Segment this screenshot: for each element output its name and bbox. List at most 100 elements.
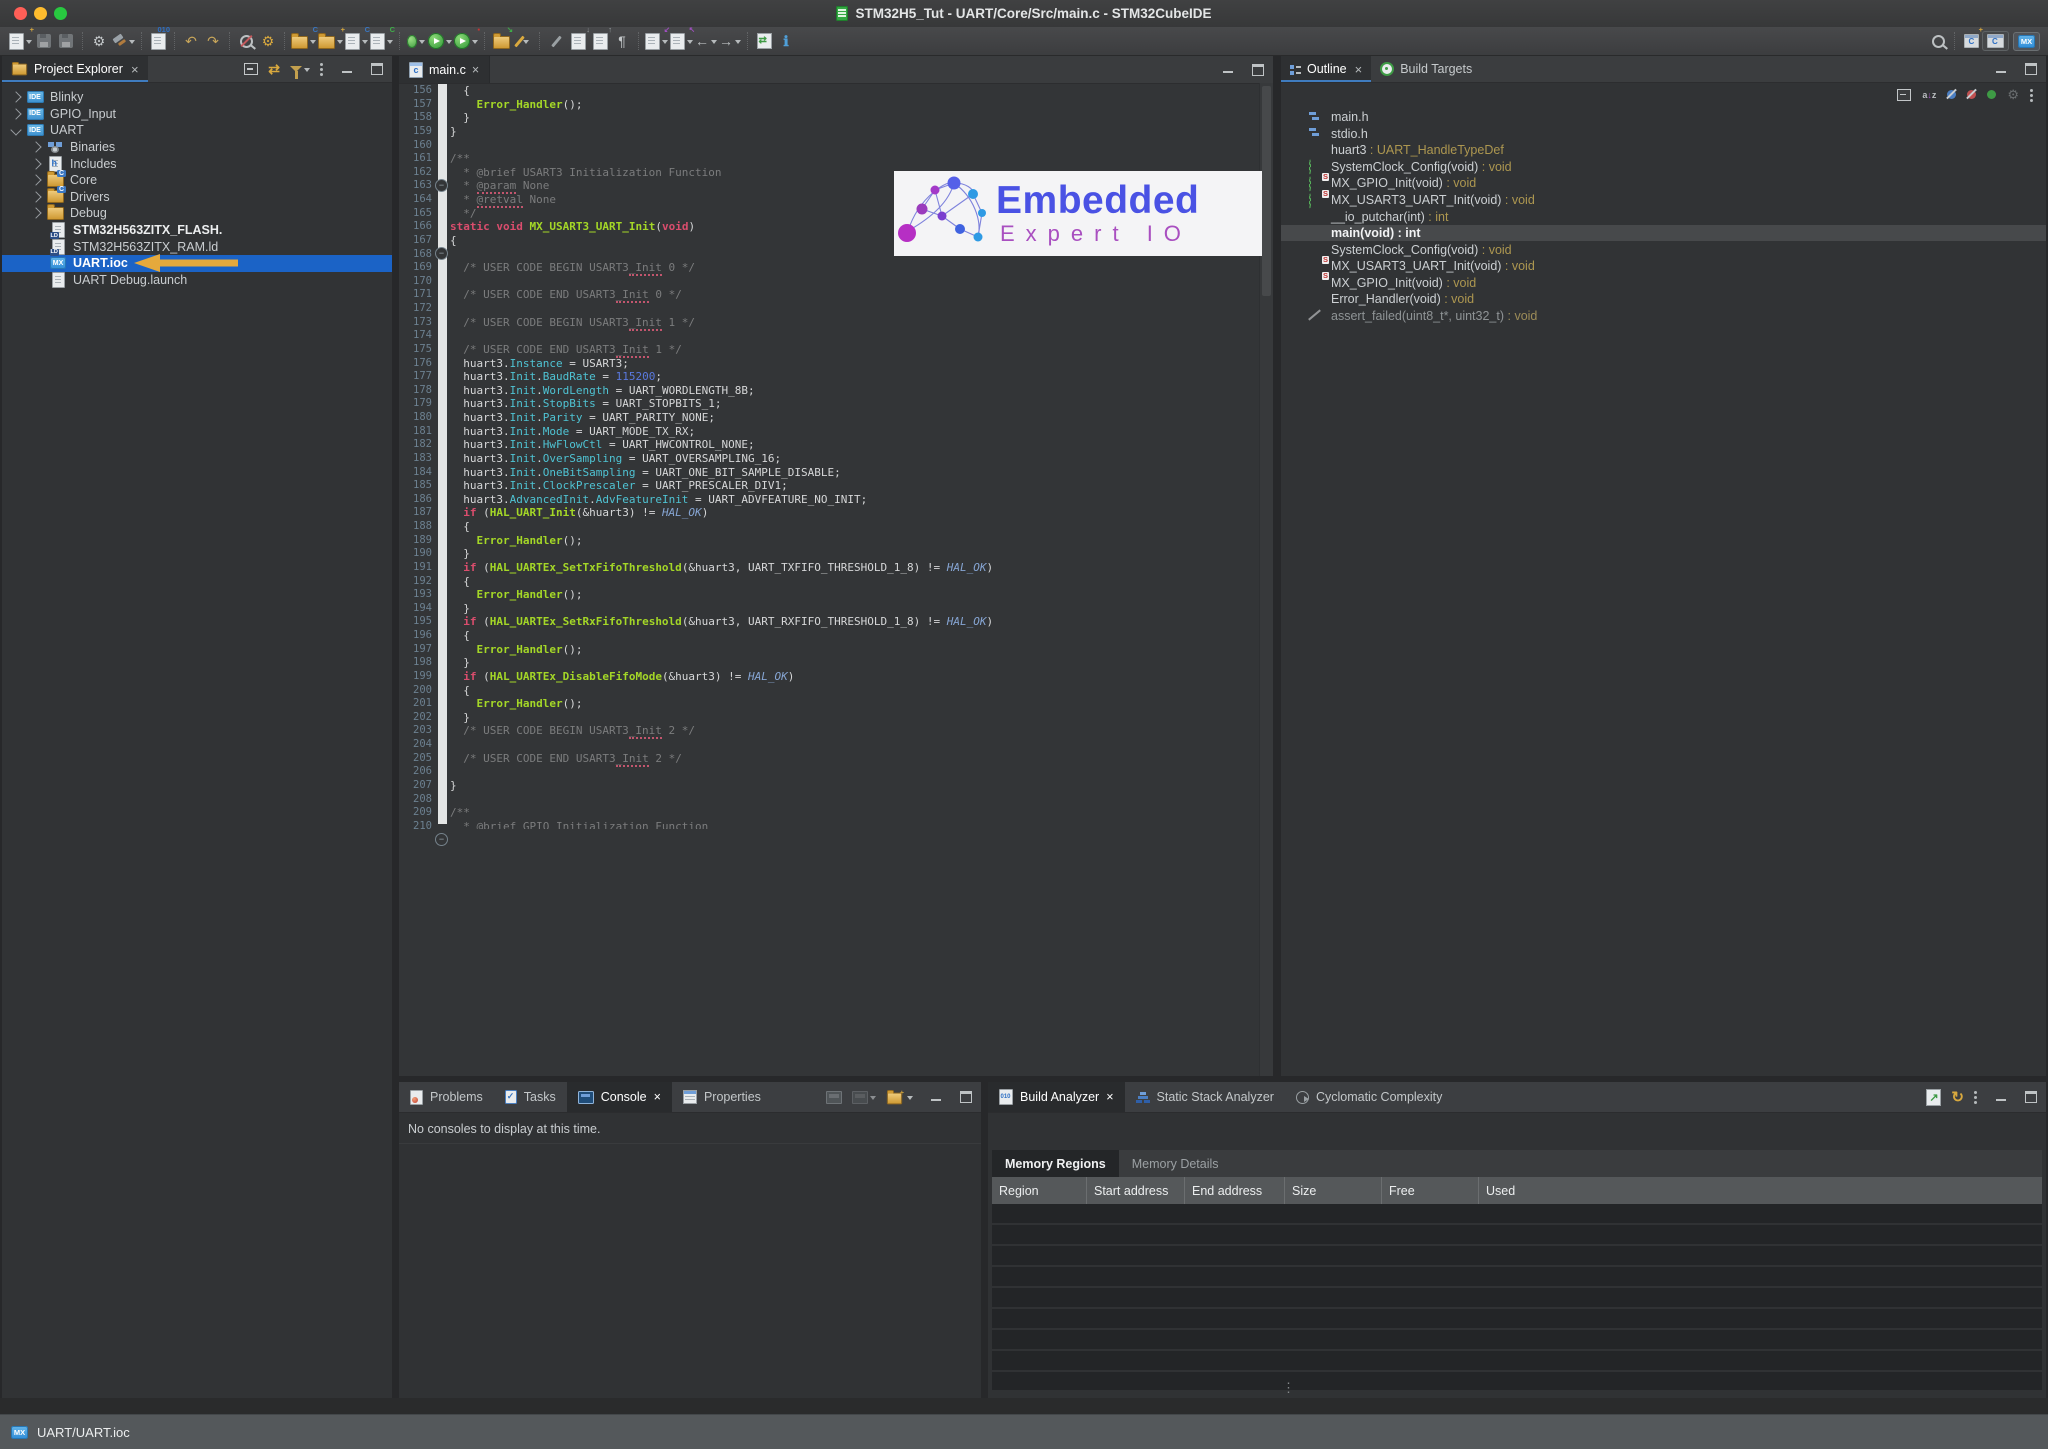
tree-item-binaries[interactable]: Binaries bbox=[2, 139, 392, 156]
tree-item-gpio-input[interactable]: IDEGPIO_Input bbox=[2, 106, 392, 123]
subtab-memory-details[interactable]: Memory Details bbox=[1119, 1150, 1232, 1177]
tab-static-stack-analyzer[interactable]: Static Stack Analyzer bbox=[1125, 1082, 1285, 1112]
new-class-icon[interactable]: C bbox=[370, 30, 393, 52]
minimize-icon[interactable] bbox=[342, 65, 353, 74]
outline-item-mx-gpio-init-void-[interactable]: SMX_GPIO_Init(void) : void bbox=[1281, 274, 2046, 291]
tab-build-analyzer[interactable]: Build Analyzer× bbox=[988, 1082, 1125, 1112]
show-whitespace-icon[interactable]: ¶ bbox=[612, 30, 632, 52]
code-line-175[interactable]: /* USER CODE END USART3_Init 1 */ bbox=[450, 343, 1259, 357]
code-line-184[interactable]: huart3.Init.OneBitSampling = UART_ONE_BI… bbox=[450, 466, 1259, 480]
maximize-icon[interactable] bbox=[2025, 63, 2037, 75]
hide-static-members-icon[interactable] bbox=[1967, 90, 1976, 99]
code-line-157[interactable]: Error_Handler(); bbox=[450, 98, 1259, 112]
code-line-201[interactable]: Error_Handler(); bbox=[450, 697, 1259, 711]
tree-item-blinky[interactable]: IDEBlinky bbox=[2, 89, 392, 106]
maximize-icon[interactable] bbox=[2025, 1091, 2037, 1103]
outline-item-main-void-[interactable]: main(void) : int bbox=[1281, 225, 2046, 242]
code-line-189[interactable]: Error_Handler(); bbox=[450, 534, 1259, 548]
code-line-158[interactable]: } bbox=[450, 111, 1259, 125]
tab-problems[interactable]: Problems bbox=[399, 1082, 494, 1112]
minimize-icon[interactable] bbox=[1223, 65, 1234, 74]
scrollbar-thumb[interactable] bbox=[1262, 86, 1271, 296]
close-icon[interactable]: × bbox=[1355, 62, 1363, 77]
filter-icon[interactable] bbox=[290, 63, 310, 75]
outline-item-assert-failed-uint8-t-uint32-t-[interactable]: assert_failed(uint8_t*, uint32_t) : void bbox=[1281, 308, 2046, 325]
maximize-icon[interactable] bbox=[960, 1091, 972, 1103]
open-perspective-icon[interactable]: + bbox=[1961, 30, 1981, 52]
cpp-perspective-button[interactable] bbox=[1982, 31, 2009, 51]
tree-item-drivers[interactable]: Drivers bbox=[2, 189, 392, 206]
link-with-editor-icon[interactable]: ⇄ bbox=[268, 62, 280, 76]
chevron-right-icon[interactable] bbox=[30, 191, 41, 202]
code-line-185[interactable]: huart3.Init.ClockPrescaler = UART_PRESCA… bbox=[450, 479, 1259, 493]
export-icon[interactable] bbox=[1926, 1089, 1941, 1106]
device-configuration-tool-perspective-button[interactable]: MX bbox=[2013, 32, 2040, 51]
code-line-198[interactable]: } bbox=[450, 656, 1259, 670]
outline-item-stdio-h[interactable]: stdio.h bbox=[1281, 126, 2046, 143]
build-settings-icon[interactable]: ⚙ bbox=[89, 30, 109, 52]
run-icon[interactable] bbox=[428, 30, 452, 52]
sort-icon[interactable]: a↓z bbox=[1922, 90, 1936, 100]
code-line-159[interactable]: } bbox=[450, 125, 1259, 139]
code-line-209[interactable]: /** bbox=[450, 806, 1259, 820]
table-header[interactable]: RegionStart addressEnd addressSizeFreeUs… bbox=[992, 1177, 2042, 1204]
maximize-icon[interactable] bbox=[1252, 64, 1264, 76]
outline-item-systemclock-config-void-[interactable]: SystemClock_Config(void) : void bbox=[1281, 241, 2046, 258]
code-line-202[interactable]: } bbox=[450, 711, 1259, 725]
new-c-file-icon[interactable]: C bbox=[345, 30, 368, 52]
minimize-icon[interactable] bbox=[1996, 65, 2007, 74]
debug-binary-icon[interactable]: 010 bbox=[148, 30, 168, 52]
tree-item-debug[interactable]: Debug bbox=[2, 205, 392, 222]
minimize-icon[interactable] bbox=[931, 1093, 942, 1102]
tab-main-c[interactable]: main.c × bbox=[399, 56, 490, 83]
tree-item-uart[interactable]: IDEUART bbox=[2, 122, 392, 139]
close-icon[interactable]: × bbox=[654, 1090, 661, 1104]
code-line-181[interactable]: huart3.Init.Mode = UART_MODE_TX_RX; bbox=[450, 425, 1259, 439]
fold-marker-icon[interactable]: − bbox=[435, 833, 448, 846]
zoom-window-button[interactable] bbox=[54, 7, 67, 20]
column-header-size[interactable]: Size bbox=[1284, 1177, 1381, 1204]
code-line-169[interactable]: /* USER CODE BEGIN USART3_Init 0 */ bbox=[450, 261, 1259, 275]
hide-inactive-icon[interactable]: ⚙ bbox=[2007, 88, 2019, 102]
outline-item--io-putchar-int-[interactable]: __io_putchar(int) : int bbox=[1281, 208, 2046, 225]
code-line-179[interactable]: huart3.Init.StopBits = UART_STOPBITS_1; bbox=[450, 397, 1259, 411]
line-number-gutter[interactable]: 1561571581591601611621631641651661671681… bbox=[399, 84, 432, 829]
build-icon[interactable] bbox=[111, 30, 135, 52]
open-console-dropdown-icon[interactable] bbox=[852, 1091, 876, 1104]
code-line-204[interactable] bbox=[450, 738, 1259, 752]
code-line-207[interactable]: } bbox=[450, 779, 1259, 793]
minimize-icon[interactable] bbox=[1996, 1093, 2007, 1102]
code-line-161[interactable]: /** bbox=[450, 152, 1259, 166]
clean-icon[interactable]: ⚙ bbox=[258, 30, 278, 52]
chevron-right-icon[interactable] bbox=[30, 141, 41, 152]
sash-handle[interactable]: ⋮ bbox=[1282, 1380, 1295, 1396]
outline-item-mx-usart3-uart-init-void-[interactable]: SMX_USART3_UART_Init(void) : void bbox=[1281, 192, 2046, 209]
save-icon[interactable] bbox=[34, 30, 54, 52]
chevron-right-icon[interactable] bbox=[10, 108, 21, 119]
column-header-region[interactable]: Region bbox=[992, 1177, 1086, 1204]
code-line-188[interactable]: { bbox=[450, 520, 1259, 534]
code-line-195[interactable]: if (HAL_UARTEx_SetRxFifoThreshold(&huart… bbox=[450, 615, 1259, 629]
code-line-200[interactable]: { bbox=[450, 684, 1259, 698]
code-line-178[interactable]: huart3.Init.WordLength = UART_WORDLENGTH… bbox=[450, 384, 1259, 398]
outline-item-mx-usart3-uart-init-void-[interactable]: SMX_USART3_UART_Init(void) : void bbox=[1281, 258, 2046, 275]
code-line-190[interactable]: } bbox=[450, 547, 1259, 561]
code-line-170[interactable] bbox=[450, 275, 1259, 289]
column-header-used[interactable]: Used bbox=[1478, 1177, 2042, 1204]
code-line-194[interactable]: } bbox=[450, 602, 1259, 616]
column-header-start-address[interactable]: Start address bbox=[1086, 1177, 1184, 1204]
collapse-all-icon[interactable] bbox=[244, 63, 258, 75]
tab-console[interactable]: Console× bbox=[567, 1082, 672, 1112]
debug-icon[interactable] bbox=[406, 30, 426, 52]
column-header-end-address[interactable]: End address bbox=[1184, 1177, 1284, 1204]
code-editor[interactable]: 1561571581591601611621631641651661671681… bbox=[399, 83, 1273, 1076]
refresh-icon[interactable]: ↻ bbox=[1951, 1088, 1964, 1106]
forward-icon[interactable]: → bbox=[719, 30, 741, 52]
code-line-176[interactable]: huart3.Instance = USART3; bbox=[450, 357, 1259, 371]
previous-edit-location-icon[interactable]: ↖ bbox=[670, 30, 693, 52]
code-line-196[interactable]: { bbox=[450, 629, 1259, 643]
display-selected-console-icon[interactable] bbox=[826, 1091, 842, 1104]
outline-item-error-handler-void-[interactable]: Error_Handler(void) : void bbox=[1281, 291, 2046, 308]
code-line-199[interactable]: if (HAL_UARTEx_DisableFifoMode(&huart3) … bbox=[450, 670, 1259, 684]
tree-item-stm32h563zitx-ram-ld[interactable]: STM32H563ZITX_RAM.ld bbox=[2, 238, 392, 255]
